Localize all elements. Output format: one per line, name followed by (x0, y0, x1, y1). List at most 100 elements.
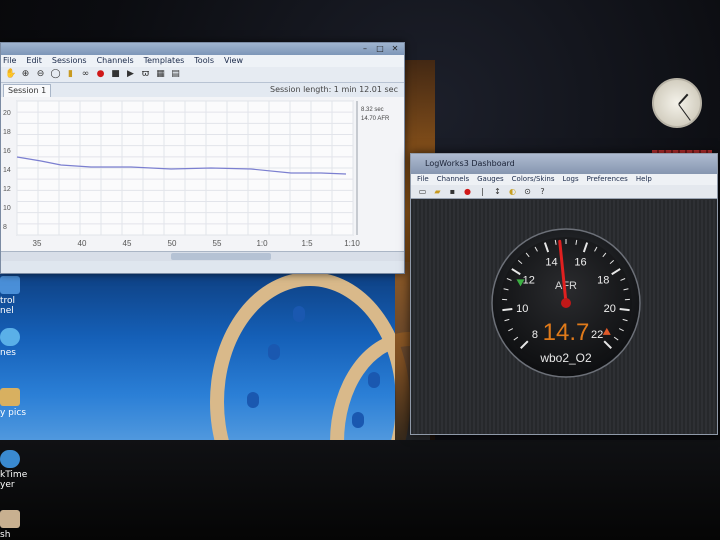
x-tick-label: 40 (78, 239, 87, 248)
record-icon[interactable]: ● (462, 186, 473, 197)
dash-menu-file[interactable]: File (417, 174, 429, 185)
monitor-bezel (0, 440, 720, 540)
afr-line-plot: 20 18 16 14 12 10 8 35 40 45 50 55 1:0 1:5 1:10 8.32 se… (3, 100, 390, 248)
clock-hour-hand (678, 93, 689, 105)
gauge-scale-label: 22 (591, 329, 603, 341)
plot-legend-text: 8.32 sec (361, 107, 384, 113)
cursor-icon[interactable]: | (477, 186, 488, 197)
film-hole (293, 306, 305, 322)
desktop-icon-label: trol nel (0, 296, 16, 316)
menu-edit[interactable]: Edit (26, 55, 42, 67)
grid-icon[interactable]: ▤ (170, 69, 181, 80)
desktop-icon-itunes[interactable]: nes (0, 328, 40, 358)
menu-file[interactable]: File (3, 55, 16, 67)
desktop-icon-label: sh (0, 530, 11, 540)
quicktime-icon (0, 450, 20, 468)
gauge-scale-label: 18 (597, 275, 609, 287)
itunes-icon (0, 328, 20, 346)
help-icon[interactable]: ? (537, 186, 548, 197)
desktop-icon-label: nes (0, 348, 16, 358)
tab-session-1[interactable]: Session 1 (3, 84, 52, 97)
x-tick-label: 1:10 (344, 239, 360, 248)
link-icon[interactable]: ∞ (80, 69, 91, 80)
dash-menu-channels[interactable]: Channels (437, 174, 469, 185)
gauge-major-tick (502, 308, 513, 312)
menu-tools[interactable]: Tools (194, 55, 214, 67)
afr-gauge[interactable]: 8101214 16182022 AFR 14.7 wbo2_O2 (491, 228, 641, 378)
folder-icon (0, 388, 20, 406)
y-tick-label: 10 (3, 205, 11, 212)
clock-minute-hand (678, 104, 691, 121)
open-icon[interactable]: ▰ (432, 186, 443, 197)
dashboard-titlebar[interactable]: LogWorks3 Dashboard (411, 154, 717, 174)
film-hole (368, 372, 380, 388)
gauge-major-tick (619, 308, 630, 312)
session-window: – □ ✕ File Edit Sessions Channels Templa… (0, 42, 405, 274)
dash-menu-help[interactable]: Help (636, 174, 652, 185)
dash-menu-logs[interactable]: Logs (562, 174, 578, 185)
hand-tool-icon[interactable]: ✋ (5, 69, 16, 80)
gauge-scale-label: 20 (604, 303, 616, 315)
dash-menu-colors-skins[interactable]: Colors/Skins (512, 174, 555, 185)
dash-menu-gauges[interactable]: Gauges (477, 174, 504, 185)
binoculars-icon[interactable]: ϖ (140, 69, 151, 80)
session-titlebar[interactable]: – □ ✕ (1, 43, 404, 55)
gauge-scale-label: 12 (523, 275, 535, 287)
new-icon[interactable]: ▭ (417, 186, 428, 197)
horizontal-scrollbar[interactable] (1, 251, 404, 261)
y-tick-label: 18 (3, 129, 11, 136)
y-tick-label: 16 (3, 148, 11, 155)
desktop-icon-flash[interactable]: sh (0, 510, 40, 540)
x-tick-label: 1:5 (301, 239, 313, 248)
menu-sessions[interactable]: Sessions (52, 55, 87, 67)
close-button[interactable]: ✕ (388, 44, 402, 53)
x-tick-label: 35 (33, 239, 42, 248)
desktop-icon-quicktime[interactable]: kTime yer (0, 450, 40, 490)
session-length-text: Session length: 1 min 12.01 sec (270, 85, 398, 94)
desktop-icon-control-panel[interactable]: trol nel (0, 276, 40, 316)
desktop-wallpaper (0, 262, 430, 452)
stop-icon[interactable]: ■ (110, 69, 121, 80)
zoom-reset-icon[interactable]: ◯ (50, 69, 61, 80)
maximize-button[interactable]: □ (373, 44, 387, 53)
session-plot[interactable]: 20 18 16 14 12 10 8 35 40 45 50 55 1:0 1:5 1:10 8.32 se… (1, 97, 404, 261)
minimize-button[interactable]: – (358, 44, 372, 53)
desktop-icon-label: kTime yer (0, 470, 28, 490)
menu-templates[interactable]: Templates (144, 55, 185, 67)
menu-view[interactable]: View (224, 55, 243, 67)
gauge-needle-hub (561, 298, 571, 308)
gauge-scale-label: 8 (532, 329, 538, 341)
record-icon[interactable]: ● (95, 69, 106, 80)
table-icon[interactable]: ▦ (155, 69, 166, 80)
y-tick-label: 14 (3, 167, 11, 174)
save-icon[interactable]: ▪ (447, 186, 458, 197)
film-hole (268, 344, 280, 360)
dash-menu-preferences[interactable]: Preferences (587, 174, 628, 185)
zoom-out-icon[interactable]: ⊖ (35, 69, 46, 80)
gauge-scale-label: 10 (516, 303, 528, 315)
desktop-icon-my-pics[interactable]: y pics (0, 388, 40, 418)
notes-icon[interactable]: ▮ (65, 69, 76, 80)
scrollbar-thumb[interactable] (171, 253, 271, 260)
gauge-icon[interactable]: ◐ (507, 186, 518, 197)
gauge-scale-label: 14 (545, 256, 557, 268)
sort-icon[interactable]: ↕ (492, 186, 503, 197)
x-tick-label: 55 (213, 239, 222, 248)
y-tick-label: 12 (3, 186, 11, 193)
gauge-scale-label: 16 (574, 256, 586, 268)
play-icon[interactable]: ▶ (125, 69, 136, 80)
menu-channels[interactable]: Channels (97, 55, 134, 67)
desktop-icon-label: y pics (0, 408, 27, 418)
gauge-value-readout: 14.7 (543, 319, 590, 346)
dashboard-menubar: File Channels Gauges Colors/Skins Logs P… (411, 174, 717, 185)
dashboard-window: LogWorks3 Dashboard File Channels Gauges… (410, 153, 718, 435)
desktop-screen: trol nel nes y pics kTime yer sh – □ ✕ F… (0, 0, 720, 540)
control-panel-icon (0, 276, 20, 294)
x-tick-label: 1:0 (256, 239, 268, 248)
clock-gadget[interactable] (652, 78, 706, 140)
zoom-in-icon[interactable]: ⊕ (20, 69, 31, 80)
clock-face (652, 78, 702, 128)
session-toolbar: ✋ ⊕ ⊖ ◯ ▮ ∞ ● ■ ▶ ϖ ▦ ▤ (1, 67, 404, 83)
dashboard-toolbar: ▭ ▰ ▪ ● | ↕ ◐ ⊙ ? (411, 185, 717, 199)
settings-icon[interactable]: ⊙ (522, 186, 533, 197)
